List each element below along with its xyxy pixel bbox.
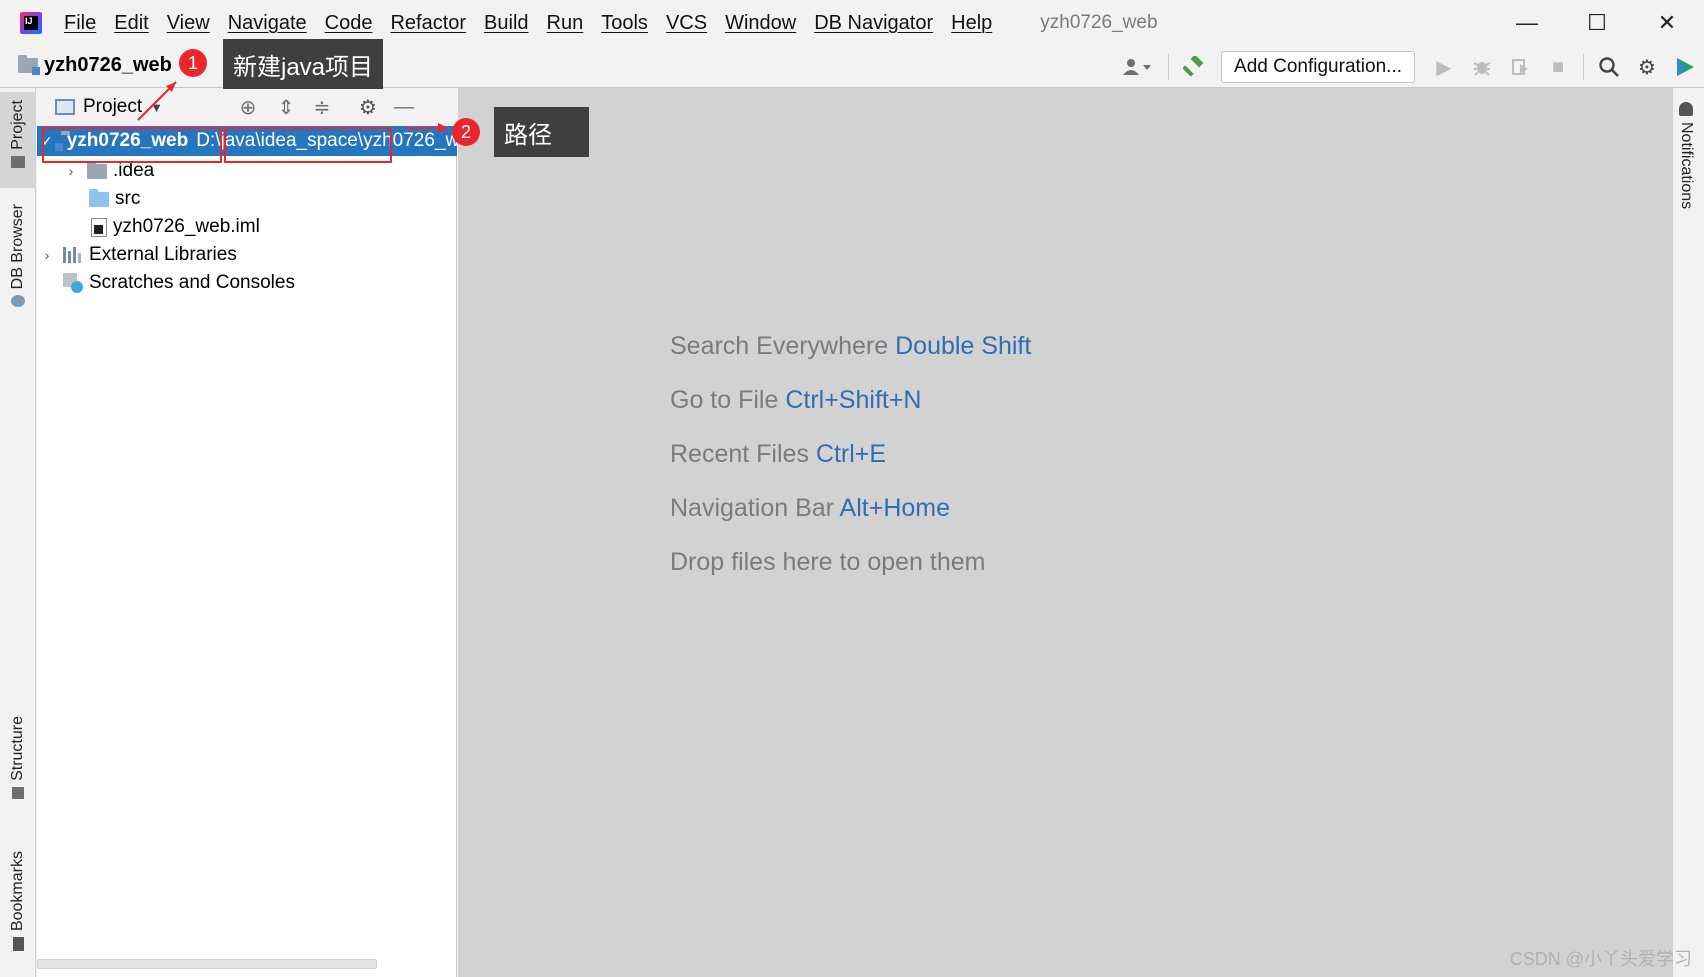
annotation-badge-1: 1: [179, 49, 207, 77]
annotation-label-new-project: 新建java项目: [223, 39, 384, 89]
watermark: CSDN @小丫头爱学习: [1509, 949, 1692, 969]
annotation-arrows: [137, 81, 448, 133]
annotation-badge-2: 2: [452, 118, 480, 146]
annotation-label-path: 路径: [494, 107, 589, 157]
